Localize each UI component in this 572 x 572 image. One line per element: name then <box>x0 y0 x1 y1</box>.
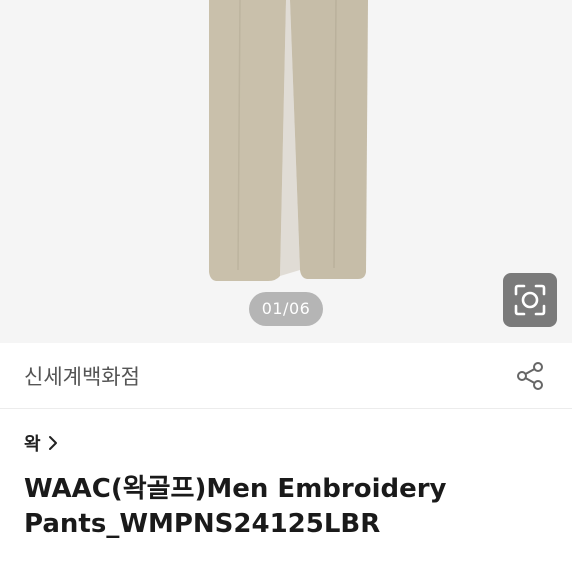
chevron-right-icon <box>48 436 57 450</box>
product-title-line2: Pants_WMPNS24125LBR <box>24 509 381 539</box>
product-title-line1: WAAC(왁골프)Men Embroidery <box>24 474 447 504</box>
brand-link[interactable]: 왁 <box>24 430 59 456</box>
image-counter: 01/06 <box>249 292 323 326</box>
product-detail-screen: 01/06 신세계백화점 왁 WAAC(왁골프)Men Embroidery P… <box>0 0 572 572</box>
product-title: WAAC(왁골프)Men Embroidery Pants_WMPNS24125… <box>24 472 554 542</box>
store-row: 신세계백화점 <box>0 343 572 409</box>
share-button[interactable] <box>514 360 546 392</box>
share-icon <box>517 362 543 390</box>
product-image-carousel[interactable]: 01/06 <box>0 0 572 343</box>
image-search-button[interactable] <box>503 273 557 327</box>
brand-label: 왁 <box>24 434 41 455</box>
image-search-icon <box>514 284 546 316</box>
store-name[interactable]: 신세계백화점 <box>24 361 140 391</box>
